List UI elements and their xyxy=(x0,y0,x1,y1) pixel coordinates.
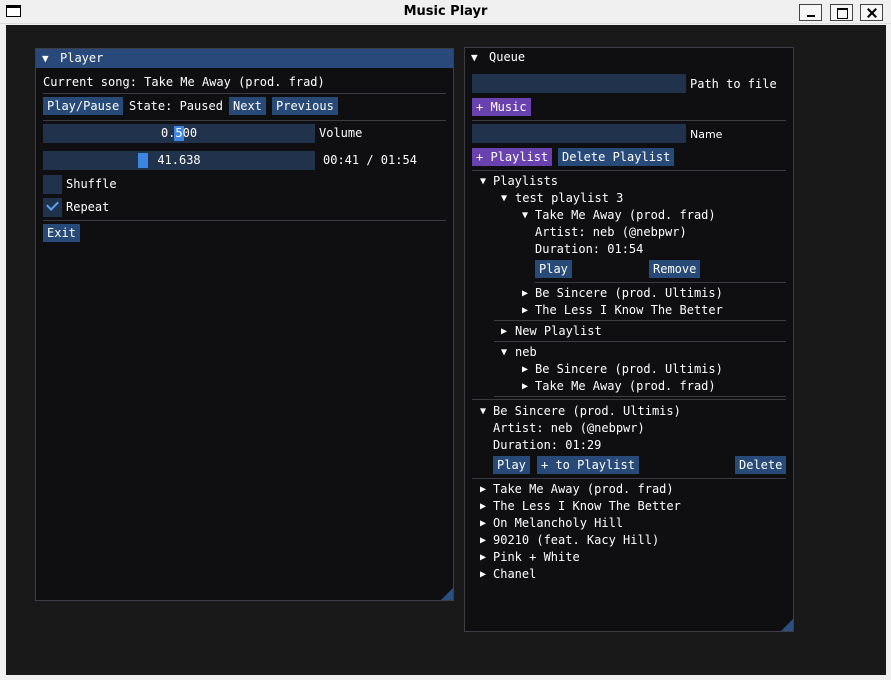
title-bar: Music Playr xyxy=(0,0,891,24)
separator xyxy=(472,170,786,171)
seek-value: 41.638 xyxy=(157,153,201,167)
playlist-song-node[interactable]: Take Me Away (prod. frad) xyxy=(535,379,716,394)
shuffle-label: Shuffle xyxy=(66,177,117,191)
volume-label: Volume xyxy=(319,126,363,140)
song-artist: Artist: neb (@nebpwr) xyxy=(535,225,687,239)
playlists-tree-node[interactable]: Playlists xyxy=(493,174,558,189)
playlist-song-node[interactable]: Take Me Away (prod. frad) xyxy=(535,208,716,223)
queue-window-header[interactable]: ▼ Queue xyxy=(465,48,793,67)
playlist-node[interactable]: New Playlist xyxy=(515,324,602,339)
tree-expanded-icon[interactable]: ▼ xyxy=(480,404,486,419)
close-button[interactable] xyxy=(860,4,883,21)
player-title: Player xyxy=(60,51,104,65)
tree-collapsed-icon[interactable]: ▶ xyxy=(480,567,486,582)
play-pause-button[interactable]: Play/Pause xyxy=(43,97,124,115)
queue-window: ▼ Queue Path to file + Music Name + Play… xyxy=(464,47,794,632)
separator xyxy=(472,399,786,400)
separator xyxy=(494,320,786,321)
remove-song-button[interactable]: Remove xyxy=(649,260,701,278)
tree-expanded-icon[interactable]: ▼ xyxy=(522,208,528,223)
exit-button[interactable]: Exit xyxy=(43,224,80,242)
collapse-arrow-icon[interactable]: ▼ xyxy=(471,48,478,67)
song-duration: Duration: 01:29 xyxy=(493,438,602,452)
play-song-button[interactable]: Play xyxy=(493,456,530,474)
tree-collapsed-icon[interactable]: ▶ xyxy=(480,550,486,565)
path-label: Path to file xyxy=(690,77,777,91)
separator xyxy=(472,478,786,479)
previous-button[interactable]: Previous xyxy=(272,97,338,115)
playlist-song-node[interactable]: Be Sincere (prod. Ultimis) xyxy=(535,362,723,377)
delete-playlist-button[interactable]: Delete Playlist xyxy=(558,148,675,166)
checkmark-icon xyxy=(46,198,59,211)
separator xyxy=(472,120,786,121)
library-song-node[interactable]: The Less I Know The Better xyxy=(493,499,681,514)
tree-collapsed-icon[interactable]: ▶ xyxy=(480,516,486,531)
delete-song-button[interactable]: Delete xyxy=(735,456,787,474)
tree-expanded-icon[interactable]: ▼ xyxy=(501,345,507,360)
song-duration: Duration: 01:54 xyxy=(535,242,644,256)
library-song-node[interactable]: 90210 (feat. Kacy Hill) xyxy=(493,533,659,548)
playlist-song-node[interactable]: Be Sincere (prod. Ultimis) xyxy=(535,286,723,301)
playlist-song-node[interactable]: The Less I Know The Better xyxy=(535,303,723,318)
playlist-node[interactable]: test playlist 3 xyxy=(515,191,623,206)
name-label: Name xyxy=(690,128,723,141)
library-song-node[interactable]: Pink + White xyxy=(493,550,580,565)
separator xyxy=(43,93,446,94)
separator xyxy=(494,396,786,397)
library-song-node[interactable]: Take Me Away (prod. frad) xyxy=(493,482,674,497)
resize-grip[interactable] xyxy=(781,619,793,631)
volume-value: 0.500 xyxy=(160,126,198,140)
library-song-node[interactable]: Chanel xyxy=(493,567,536,582)
tree-collapsed-icon[interactable]: ▶ xyxy=(480,482,486,497)
add-to-playlist-button[interactable]: + to Playlist xyxy=(537,456,639,474)
collapse-arrow-icon[interactable]: ▼ xyxy=(42,49,49,68)
library-song-node[interactable]: On Melancholy Hill xyxy=(493,516,623,531)
tree-collapsed-icon[interactable]: ▶ xyxy=(480,499,486,514)
song-artist: Artist: neb (@nebpwr) xyxy=(493,421,645,435)
player-window: ▼ Player Current song: Take Me Away (pro… xyxy=(35,48,454,601)
repeat-label: Repeat xyxy=(66,200,110,214)
tree-collapsed-icon[interactable]: ▶ xyxy=(522,362,528,377)
separator xyxy=(43,220,446,221)
queue-title: Queue xyxy=(489,50,526,64)
path-input[interactable] xyxy=(472,74,686,93)
window-title: Music Playr xyxy=(403,4,488,19)
seek-slider[interactable]: 41.638 xyxy=(43,151,315,170)
state-label: State: Paused xyxy=(129,99,223,113)
shuffle-checkbox[interactable] xyxy=(43,175,62,194)
tree-collapsed-icon[interactable]: ▶ xyxy=(522,303,528,318)
maximize-button[interactable] xyxy=(830,4,853,21)
tree-collapsed-icon[interactable]: ▶ xyxy=(501,324,507,339)
separator xyxy=(535,282,786,283)
next-button[interactable]: Next xyxy=(229,97,266,115)
tree-collapsed-icon[interactable]: ▶ xyxy=(480,533,486,548)
separator xyxy=(43,120,446,121)
volume-slider[interactable]: 0.500 xyxy=(43,124,315,143)
minimize-button[interactable] xyxy=(799,4,822,21)
resize-grip[interactable] xyxy=(441,588,453,600)
tree-expanded-icon[interactable]: ▼ xyxy=(501,191,507,206)
repeat-checkbox[interactable] xyxy=(43,198,62,217)
play-song-button[interactable]: Play xyxy=(535,260,572,278)
add-music-button[interactable]: + Music xyxy=(472,98,531,116)
player-window-header[interactable]: ▼ Player xyxy=(36,49,453,68)
tree-collapsed-icon[interactable]: ▶ xyxy=(522,286,528,301)
separator xyxy=(494,341,786,342)
tree-collapsed-icon[interactable]: ▶ xyxy=(522,379,528,394)
time-display: 00:41 / 01:54 xyxy=(323,153,417,167)
playlist-name-input[interactable] xyxy=(472,124,686,143)
app-client-area: ▼ Player Current song: Take Me Away (pro… xyxy=(6,25,886,675)
library-song-node[interactable]: Be Sincere (prod. Ultimis) xyxy=(493,404,681,419)
add-playlist-button[interactable]: + Playlist xyxy=(472,148,553,166)
playlist-node[interactable]: neb xyxy=(515,345,537,360)
tree-expanded-icon[interactable]: ▼ xyxy=(480,174,486,189)
current-song-label: Current song: Take Me Away (prod. frad) xyxy=(43,75,325,89)
